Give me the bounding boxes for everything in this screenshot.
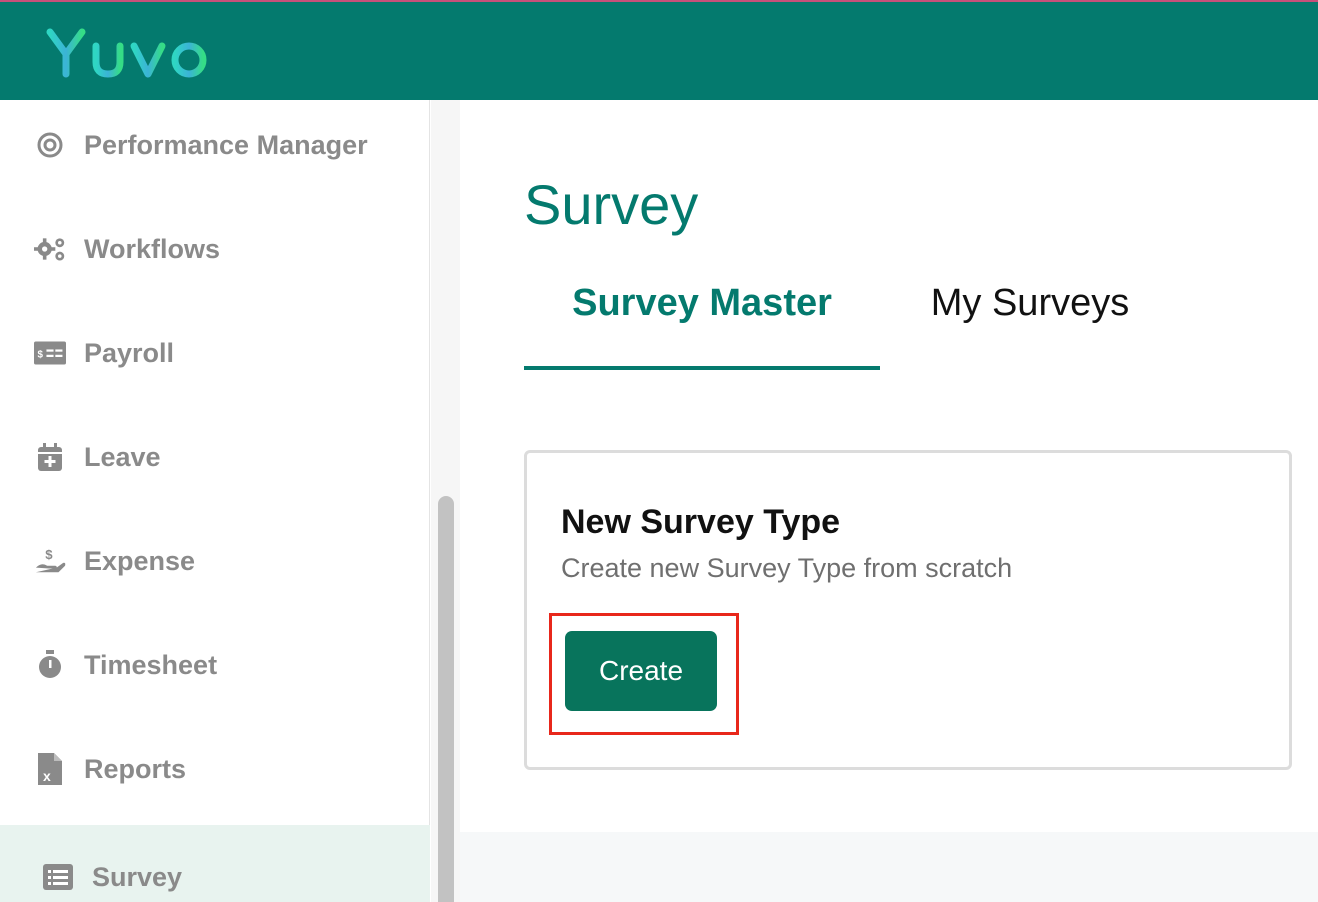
sidebar-item-label: Expense xyxy=(84,545,196,576)
sidebar-item-label: Performance Manager xyxy=(84,129,368,160)
sidebar-item-label: Reports xyxy=(84,753,187,784)
sidebar-item-label: Survey xyxy=(92,861,183,892)
sidebar-item-reports[interactable]: x Reports xyxy=(0,717,430,821)
sidebar-scrollbar-thumb[interactable] xyxy=(438,496,454,902)
sidebar-item-label: Payroll xyxy=(84,337,175,368)
sidebar-item-payroll[interactable]: $ Payroll xyxy=(0,301,430,405)
tab-survey-master[interactable]: Survey Master xyxy=(524,270,880,370)
calendar-plus-icon xyxy=(34,441,66,473)
sidebar-item-expense[interactable]: $ Expense xyxy=(0,509,430,613)
sidebar-item-label: Leave xyxy=(84,441,161,472)
sidebar-item-label: Timesheet xyxy=(84,649,218,680)
sidebar-item-performance-manager[interactable]: Performance Manager xyxy=(0,93,430,197)
sidebar-item-survey[interactable]: Survey xyxy=(0,825,430,902)
card-title: New Survey Type xyxy=(561,503,841,541)
svg-text:$: $ xyxy=(45,547,53,562)
sidebar-item-workflows[interactable]: Workflows xyxy=(0,197,430,301)
svg-text:x: x xyxy=(43,768,51,784)
list-icon xyxy=(42,861,74,893)
hand-dollar-icon: $ xyxy=(34,545,66,577)
new-survey-type-card: New Survey Type Create new Survey Type f… xyxy=(524,450,1292,770)
money-card-icon: $ xyxy=(34,337,66,369)
tab-my-surveys[interactable]: My Surveys xyxy=(910,270,1150,370)
create-button[interactable]: Create xyxy=(565,631,717,711)
card-description: Create new Survey Type from scratch xyxy=(561,553,1013,583)
content-footer-area xyxy=(460,832,1318,902)
sidebar-nav: Performance Manager Workflows $ Payroll xyxy=(0,100,430,902)
page-title: Survey xyxy=(524,173,699,236)
app-root: Performance Manager Workflows $ Payroll xyxy=(0,0,1318,902)
top-header-bar xyxy=(0,0,1318,100)
sidebar-item-label: Workflows xyxy=(84,233,221,264)
sidebar-item-leave[interactable]: Leave xyxy=(0,405,430,509)
excel-file-icon: x xyxy=(34,753,66,785)
yuvo-logo[interactable] xyxy=(44,24,214,84)
sidebar-item-timesheet[interactable]: Timesheet xyxy=(0,613,430,717)
target-icon xyxy=(34,129,66,161)
gears-icon xyxy=(34,233,66,265)
main-content: Survey Survey Master My Surveys New Surv… xyxy=(460,100,1318,902)
stopwatch-icon xyxy=(34,649,66,681)
svg-text:$: $ xyxy=(38,349,44,360)
